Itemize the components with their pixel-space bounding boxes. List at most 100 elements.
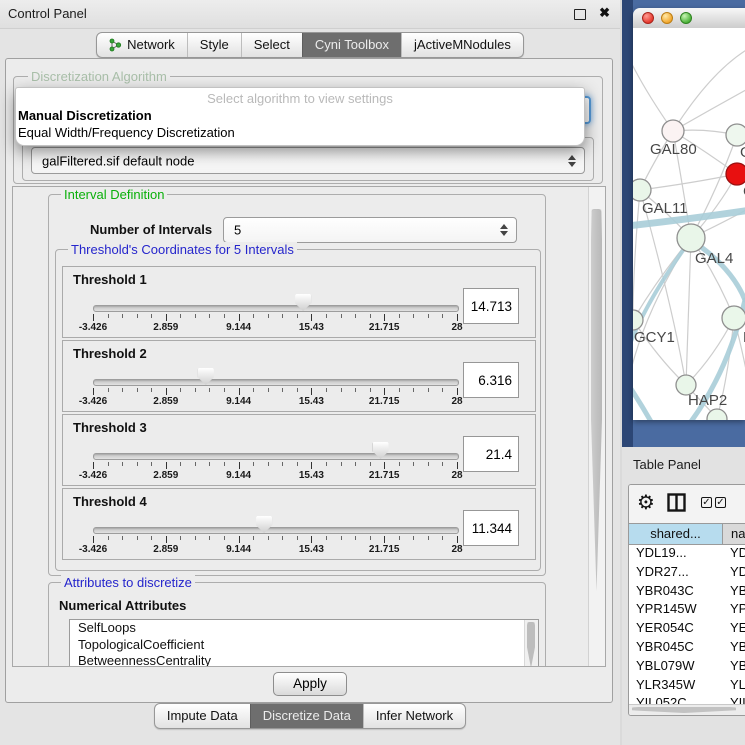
top-tab-group: Network StyleSelectCyni ToolboxjActiveMNo… <box>96 32 524 58</box>
network-node-h-partial[interactable] <box>722 306 745 330</box>
tick-mark <box>282 462 283 466</box>
close-traffic-light[interactable] <box>642 12 654 24</box>
float-window-icon[interactable] <box>574 9 586 20</box>
threshold-value-field[interactable]: 11.344 <box>463 510 519 546</box>
tick-mark <box>311 388 312 395</box>
tick-mark <box>311 314 312 321</box>
apply-button[interactable]: Apply <box>273 672 347 696</box>
tick-mark <box>457 388 458 395</box>
table-row[interactable]: YER054CYER0 <box>629 620 745 639</box>
split-columns-icon[interactable] <box>667 493 686 517</box>
checkbox-icon[interactable]: ✓ <box>701 497 712 508</box>
cell-name: YPR1 <box>723 601 745 620</box>
close-icon[interactable]: ✖ <box>599 5 610 21</box>
tab-label: Infer Network <box>376 708 453 723</box>
cell-name: YLR3 <box>723 677 745 696</box>
number-of-intervals-combo[interactable]: 5 <box>223 217 517 243</box>
dropdown-item-equal-width-frequency-discretization[interactable]: Equal Width/Frequency Discretization <box>16 124 584 141</box>
tick-label: -3.426 <box>79 322 107 333</box>
network-edge <box>686 238 691 385</box>
tab-infer-network[interactable]: Infer Network <box>363 704 465 728</box>
tab-discretize-data[interactable]: Discretize Data <box>250 704 363 728</box>
table-row[interactable]: YDL19...YDL1 <box>629 545 745 564</box>
tick-label: 2.859 <box>153 322 178 333</box>
tab-network[interactable]: Network <box>97 33 187 57</box>
numerical-attributes-list[interactable]: SelfLoopsTopologicalCoefficientBetweenne… <box>69 619 539 667</box>
tick-mark <box>399 388 400 392</box>
screenshot-root: Control Panel ✖ NetworkStyleSelectCyni T… <box>0 0 745 745</box>
network-window-titlebar[interactable] <box>633 8 745 29</box>
settings-scrollbar-thumb[interactable] <box>591 209 602 591</box>
tick-mark <box>122 462 123 466</box>
attribute-item-topologicalcoefficient[interactable]: TopologicalCoefficient <box>70 637 538 654</box>
attribute-item-betweennesscentrality[interactable]: BetweennessCentrality <box>70 653 538 667</box>
list-scrollbar-thumb[interactable] <box>527 622 535 667</box>
threshold-slider-track[interactable] <box>93 453 459 460</box>
cell-shared-name: YBL079W <box>629 658 723 677</box>
tab-style[interactable]: Style <box>187 33 241 57</box>
table-row[interactable]: YLR345WYLR3 <box>629 677 745 696</box>
list-scrollbar[interactable] <box>524 620 538 667</box>
tick-mark <box>224 314 225 318</box>
network-node-red-node[interactable] <box>726 163 745 185</box>
table-row[interactable]: YBL079WYBL0 <box>629 658 745 677</box>
tick-mark <box>399 462 400 466</box>
tick-mark <box>151 314 152 318</box>
tab-select[interactable]: Select <box>241 33 302 57</box>
table-row[interactable]: YIL052CYIL0 <box>629 695 745 704</box>
tick-mark <box>122 536 123 540</box>
tab-jactivemnodules[interactable]: jActiveMNodules <box>401 33 523 57</box>
cell-name: YDL1 <box>723 545 745 564</box>
threshold-value-field[interactable]: 6.316 <box>463 362 519 398</box>
tick-label: 21.715 <box>369 470 400 481</box>
tick-mark <box>399 314 400 318</box>
threshold-slider-track[interactable] <box>93 305 459 312</box>
table-row[interactable]: YBR043CYBR0 <box>629 583 745 602</box>
dropdown-item-manual-discretization[interactable]: Manual Discretization <box>16 107 584 124</box>
table-row[interactable]: YDR27...YDR2 <box>629 564 745 583</box>
zoom-traffic-light[interactable] <box>680 12 692 24</box>
threshold-slider-track[interactable] <box>93 379 459 386</box>
tick-mark <box>195 388 196 392</box>
tick-mark <box>326 388 327 392</box>
tab-label: Impute Data <box>167 708 238 723</box>
settings-scrollbar[interactable] <box>588 187 605 666</box>
table-hscrollbar[interactable] <box>629 704 745 715</box>
tick-mark <box>253 388 254 392</box>
checkbox-icon[interactable]: ✓ <box>715 497 726 508</box>
network-node-gal11[interactable] <box>633 179 651 201</box>
network-edge <box>673 46 745 131</box>
tab-label: Network <box>127 37 175 52</box>
network-node-gcy1[interactable] <box>633 310 643 330</box>
tick-mark <box>428 314 429 318</box>
tab-impute-data[interactable]: Impute Data <box>155 704 250 728</box>
threshold-value-field[interactable]: 14.713 <box>463 288 519 324</box>
minimize-traffic-light[interactable] <box>661 12 673 24</box>
tick-mark <box>180 314 181 318</box>
attribute-item-selfloops[interactable]: SelfLoops <box>70 620 538 637</box>
tick-mark <box>282 314 283 318</box>
table-row[interactable]: YPR145WYPR1 <box>629 601 745 620</box>
tick-mark <box>355 388 356 392</box>
tab-cyni-toolbox[interactable]: Cyni Toolbox <box>302 33 401 57</box>
tick-mark <box>195 536 196 540</box>
table-row[interactable]: YBR045CYBR0 <box>629 639 745 658</box>
network-node-gal4[interactable] <box>677 224 705 252</box>
column-header-name[interactable]: na <box>723 524 745 544</box>
network-canvas[interactable]: GAL80GCGAL11GAL4GCY1HHAP2 <box>633 28 745 420</box>
table-data-combo-value: galFiltered.sif default node <box>42 153 194 168</box>
threshold-value-field[interactable]: 21.4 <box>463 436 519 472</box>
attributes-title: Attributes to discretize <box>61 575 195 590</box>
tick-mark <box>239 536 240 543</box>
threshold-slider-track[interactable] <box>93 527 459 534</box>
cell-name: YIL0 <box>723 695 745 704</box>
threshold-panel-4: Threshold 4-3.4262.8599.14415.4321.71528… <box>62 488 536 560</box>
gear-icon[interactable]: ⚙ <box>637 490 655 514</box>
table-hscrollbar-thumb[interactable] <box>632 707 736 713</box>
table-header-row: shared... na <box>629 523 745 545</box>
network-node-g-partial[interactable] <box>726 124 745 146</box>
network-node-gal80[interactable] <box>662 120 684 142</box>
tick-mark <box>253 536 254 540</box>
table-data-combo[interactable]: galFiltered.sif default node <box>31 147 585 174</box>
column-header-shared-name[interactable]: shared... <box>629 524 723 544</box>
